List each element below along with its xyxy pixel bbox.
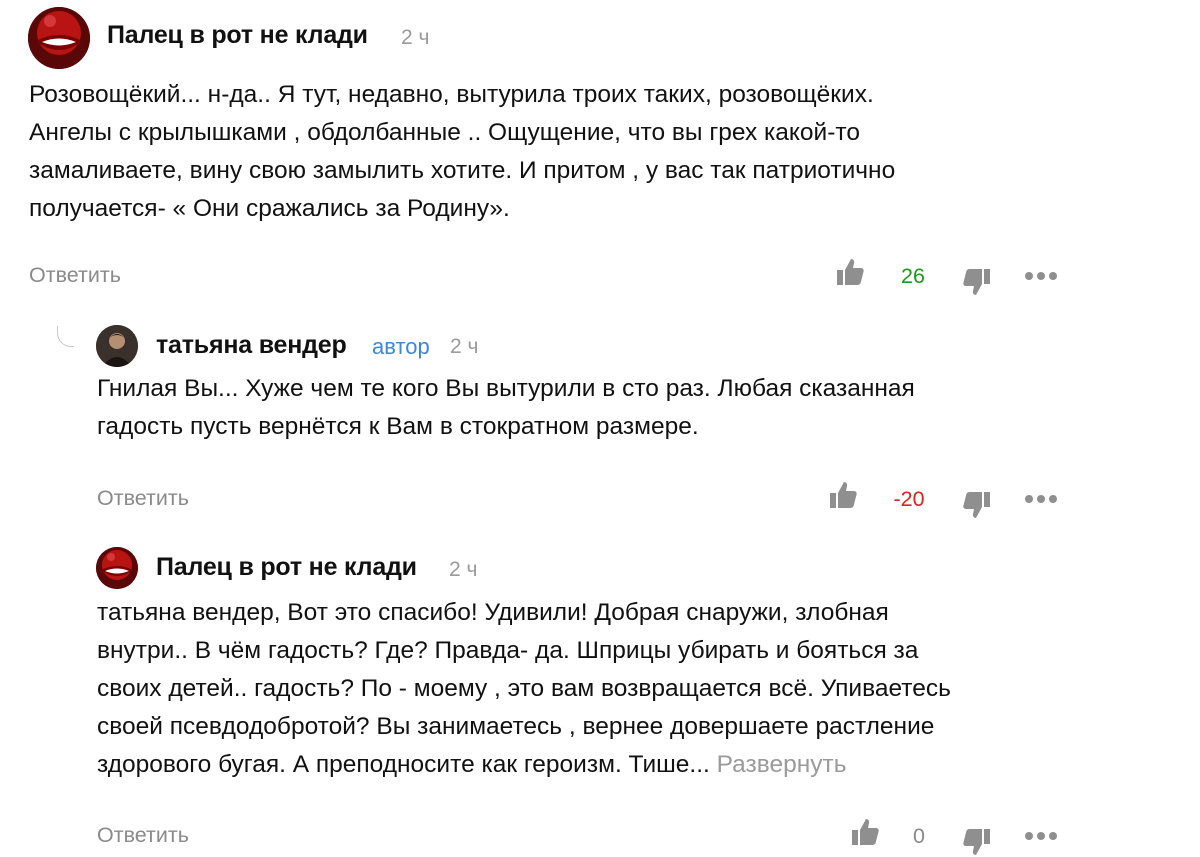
avatar[interactable] (96, 325, 138, 367)
reply-button[interactable]: Ответить (29, 263, 121, 288)
reply-button[interactable]: Ответить (97, 823, 189, 848)
author-name[interactable]: татьяна вендер (156, 331, 347, 360)
comment-time: 2 ч (449, 558, 478, 581)
avatar-photo-image (96, 325, 138, 367)
author-name[interactable]: Палец в рот не клади (107, 21, 368, 50)
comment-line: здорового бугая. А преподносите как геро… (97, 746, 951, 784)
vote-score: 26 (901, 264, 925, 288)
comment-line: Гнилая Вы... Хуже чем те кого Вы вытурил… (97, 375, 915, 402)
thumbs-down-icon[interactable] (962, 267, 992, 297)
thumbs-down-icon[interactable] (962, 490, 992, 520)
comment-time: 2 ч (450, 335, 479, 358)
avatar-lips-image (96, 547, 138, 589)
expand-link[interactable]: Развернуть (717, 751, 847, 778)
comment-1: Палец в рот не клади 2 ч Розовощёкий... … (0, 0, 1200, 300)
thumbs-down-icon[interactable] (962, 827, 992, 857)
comment-line: Розовощёкий... н-да.. Я тут, недавно, вы… (29, 81, 874, 108)
comment-text: Розовощёкий... н-да.. Я тут, недавно, вы… (29, 76, 895, 228)
comment-line: замаливаете, вину свою замылить хотите. … (29, 157, 896, 184)
vote-score: -20 (893, 487, 925, 511)
author-badge: автор (372, 334, 430, 359)
comment-line: гадость пусть вернётся к Вам в стократно… (97, 413, 699, 440)
comment-text: татьяна вендер, Вот это спасибо! Удивили… (97, 594, 951, 784)
comment-3: Палец в рот не клади 2 ч татьяна вендер,… (0, 530, 1200, 857)
comment-line: получается- « Они сражались за Родину». (29, 195, 510, 222)
thumbs-up-icon[interactable] (835, 257, 865, 287)
comment-time: 2 ч (401, 26, 430, 49)
vote-score: 0 (913, 824, 925, 848)
reply-button[interactable]: Ответить (97, 486, 189, 511)
thumbs-up-icon[interactable] (850, 817, 880, 847)
avatar-lips-image (28, 7, 90, 69)
avatar[interactable] (96, 547, 138, 589)
comment-line: Ангелы с крылышками , обдолбанные .. Ощу… (29, 119, 860, 146)
comment-text: Гнилая Вы... Хуже чем те кого Вы вытурил… (97, 370, 915, 446)
comment-line: своей псевдодобротой? Вы занимаетесь , в… (97, 713, 935, 740)
comment-line-text: здорового бугая. А преподносите как геро… (97, 751, 710, 778)
comment-line: внутри.. В чём гадость? Где? Правда- да.… (97, 637, 919, 664)
more-dots-icon[interactable] (1025, 492, 1059, 506)
author-name[interactable]: Палец в рот не клади (156, 553, 417, 582)
more-dots-icon[interactable] (1025, 269, 1059, 283)
comment-2: татьяна вендер автор 2 ч Гнилая Вы... Ху… (0, 300, 1200, 530)
thumbs-up-icon[interactable] (828, 480, 858, 510)
avatar[interactable] (28, 7, 90, 69)
thread-connector-icon (57, 326, 74, 347)
comment-line: своих детей.. гадость? По - моему , это … (97, 675, 951, 702)
more-dots-icon[interactable] (1025, 829, 1059, 843)
comment-line: татьяна вендер, Вот это спасибо! Удивили… (97, 599, 889, 626)
